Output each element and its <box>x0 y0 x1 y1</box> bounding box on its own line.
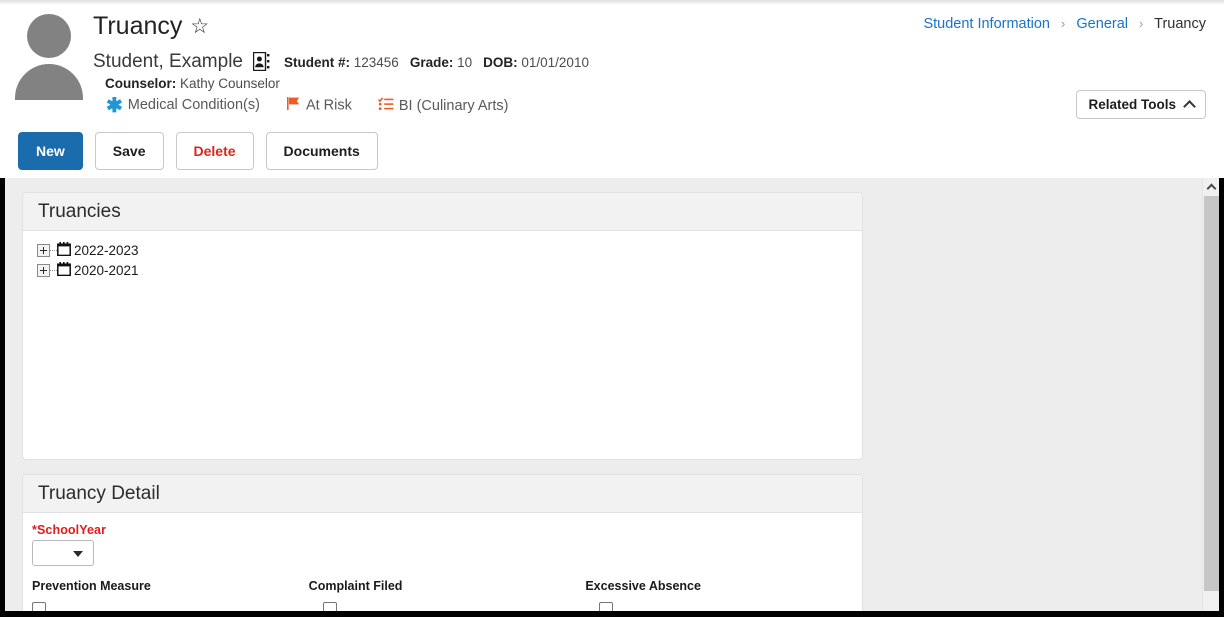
calendar-icon <box>57 261 71 279</box>
checklist-icon <box>377 96 394 115</box>
flag-bi-culinary-arts[interactable]: BI (Culinary Arts) <box>377 96 509 115</box>
student-number-label: Student #: <box>283 54 350 70</box>
tree-item-2022-2023[interactable]: 2022-2023 <box>23 240 862 260</box>
complaint-filed-checkbox[interactable] <box>322 602 337 611</box>
related-tools-label: Related Tools <box>1088 97 1176 112</box>
new-button[interactable]: New <box>18 132 83 170</box>
star-icon[interactable]: ☆ <box>190 14 209 39</box>
page-header: Truancy ☆ Student, Example Student #: 123… <box>0 0 1224 178</box>
complaint-filed-field: Complaint Filed <box>309 579 586 611</box>
breadcrumb: Student Information › General › Truancy <box>923 16 1206 32</box>
action-toolbar: New Save Delete Documents <box>18 132 378 170</box>
dob-value: 01/01/2010 <box>521 54 589 70</box>
truancies-tree: 2022-2023 2020-2021 <box>23 231 862 459</box>
chevron-up-icon <box>1183 100 1196 113</box>
breadcrumb-separator-icon: › <box>1139 16 1144 31</box>
calendar-icon <box>57 241 71 259</box>
school-year-select[interactable] <box>32 540 94 566</box>
documents-button[interactable]: Documents <box>265 132 378 170</box>
excessive-absence-label: Excessive Absence <box>585 579 701 593</box>
scrollbar-thumb[interactable] <box>1204 196 1219 591</box>
truancies-panel: Truancies 2022-2023 2020-2021 <box>22 192 863 460</box>
student-meta: Student #: 123456 Grade: 10 DOB: 01/01/201… <box>284 55 589 70</box>
counselor-label: Counselor: <box>105 76 177 91</box>
delete-button[interactable]: Delete <box>175 132 254 170</box>
grade-label: Grade: <box>409 54 454 70</box>
avatar-body <box>15 64 83 100</box>
page-title-text: Truancy <box>93 12 183 40</box>
flag-medical-condition-label: Medical Condition(s) <box>127 97 260 114</box>
avatar-head <box>27 14 71 58</box>
save-button[interactable]: Save <box>94 132 164 170</box>
truancy-detail-title: Truancy Detail <box>23 475 862 513</box>
breadcrumb-separator-icon: › <box>1061 16 1066 31</box>
prevention-measure-checkbox[interactable] <box>32 602 46 611</box>
student-name: Student, Example <box>93 51 243 72</box>
scroll-up-button[interactable] <box>1203 178 1219 195</box>
tree-item-2020-2021[interactable]: 2020-2021 <box>23 260 862 280</box>
content-area: Truancies 2022-2023 2020-2021 Truancy De… <box>5 178 1219 611</box>
related-tools-button[interactable]: Related Tools <box>1076 90 1206 119</box>
content-frame: Truancies 2022-2023 2020-2021 Truancy De… <box>0 178 1224 617</box>
truancy-detail-body: *SchoolYear Prevention Measure Complaint… <box>23 513 862 611</box>
page-title: Truancy ☆ <box>93 12 209 41</box>
expand-icon[interactable] <box>37 243 50 257</box>
flag-at-risk[interactable]: At Risk <box>286 96 352 115</box>
breadcrumb-item-student-information[interactable]: Student Information <box>923 16 1050 32</box>
truancy-detail-panel: Truancy Detail *SchoolYear Prevention Me… <box>22 474 863 611</box>
student-flags: ✱ Medical Condition(s) At Risk BI (Culin… <box>106 94 534 117</box>
student-number-value: 123456 <box>353 54 399 70</box>
detail-checkbox-row: Prevention Measure Complaint Filed Exces… <box>32 579 862 611</box>
flag-bi-label: BI (Culinary Arts) <box>398 97 509 114</box>
expand-icon[interactable] <box>37 263 50 277</box>
dob-label: DOB: <box>483 54 518 70</box>
student-summary-line: Student, Example Student #: 123456 Grade:… <box>93 51 589 73</box>
vertical-scrollbar[interactable] <box>1202 178 1219 611</box>
breadcrumb-item-general[interactable]: General <box>1076 16 1128 32</box>
content-scroll-region: Truancies 2022-2023 2020-2021 Truancy De… <box>5 178 1202 611</box>
school-year-label: *SchoolYear <box>32 523 107 537</box>
complaint-filed-label: Complaint Filed <box>308 579 403 593</box>
prevention-measure-field: Prevention Measure <box>32 579 309 611</box>
flag-icon <box>286 96 301 115</box>
avatar <box>14 10 84 100</box>
asterisk-icon: ✱ <box>106 94 123 117</box>
header-top-shadow <box>0 0 1224 5</box>
truancies-panel-title: Truancies <box>23 193 862 231</box>
grade-value: 10 <box>457 54 473 70</box>
prevention-measure-label: Prevention Measure <box>32 579 151 593</box>
flag-at-risk-label: At Risk <box>305 97 352 114</box>
counselor-line: Counselor: Kathy Counselor <box>105 76 280 91</box>
truancy-page: Truancy ☆ Student, Example Student #: 123… <box>0 0 1224 617</box>
chevron-down-icon <box>73 551 83 557</box>
excessive-absence-field: Excessive Absence <box>585 579 862 611</box>
tree-item-label: 2020-2021 <box>74 262 139 278</box>
excessive-absence-checkbox[interactable] <box>599 602 614 611</box>
tree-item-label: 2022-2023 <box>74 242 139 258</box>
tree-connector <box>50 249 57 251</box>
tree-connector <box>50 269 57 271</box>
counselor-value: Kathy Counselor <box>180 76 280 91</box>
breadcrumb-item-truancy: Truancy <box>1154 16 1206 32</box>
chevron-up-icon <box>1206 183 1216 194</box>
flag-medical-condition[interactable]: ✱ Medical Condition(s) <box>106 94 260 117</box>
contact-card-icon[interactable] <box>252 51 270 71</box>
